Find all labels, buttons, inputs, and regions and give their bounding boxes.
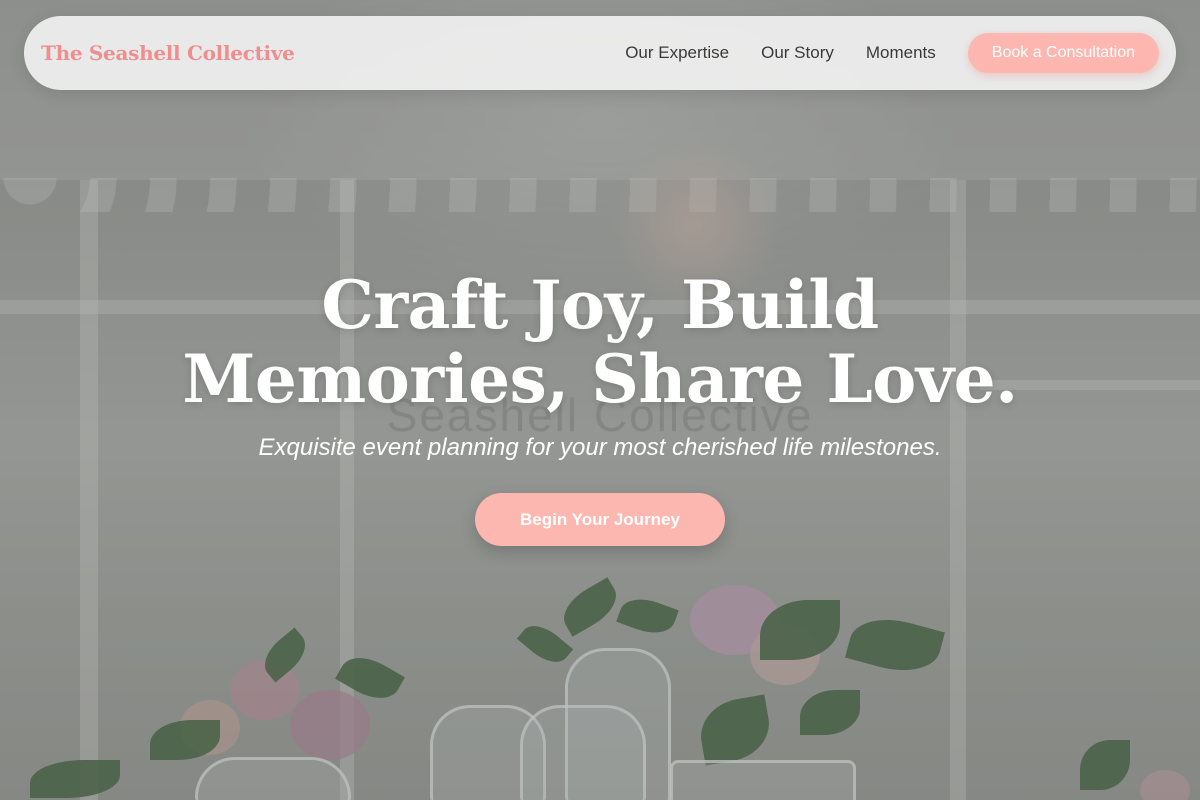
hero-title: Craft Joy, Build Memories, Share Love. (182, 266, 1018, 418)
begin-journey-button[interactable]: Begin Your Journey (475, 493, 725, 546)
nav-link-moments[interactable]: Moments (866, 43, 936, 63)
book-consultation-button[interactable]: Book a Consultation (967, 33, 1159, 73)
nav-link-our-story[interactable]: Our Story (761, 43, 834, 63)
nav-link-our-expertise[interactable]: Our Expertise (625, 43, 729, 63)
brand-logo[interactable]: The Seashell Collective (41, 41, 295, 65)
hero-subtitle: Exquisite event planning for your most c… (258, 434, 942, 461)
nav-links: Our Expertise Our Story Moments Book a C… (625, 33, 1159, 73)
top-navbar: The Seashell Collective Our Expertise Ou… (24, 16, 1176, 90)
